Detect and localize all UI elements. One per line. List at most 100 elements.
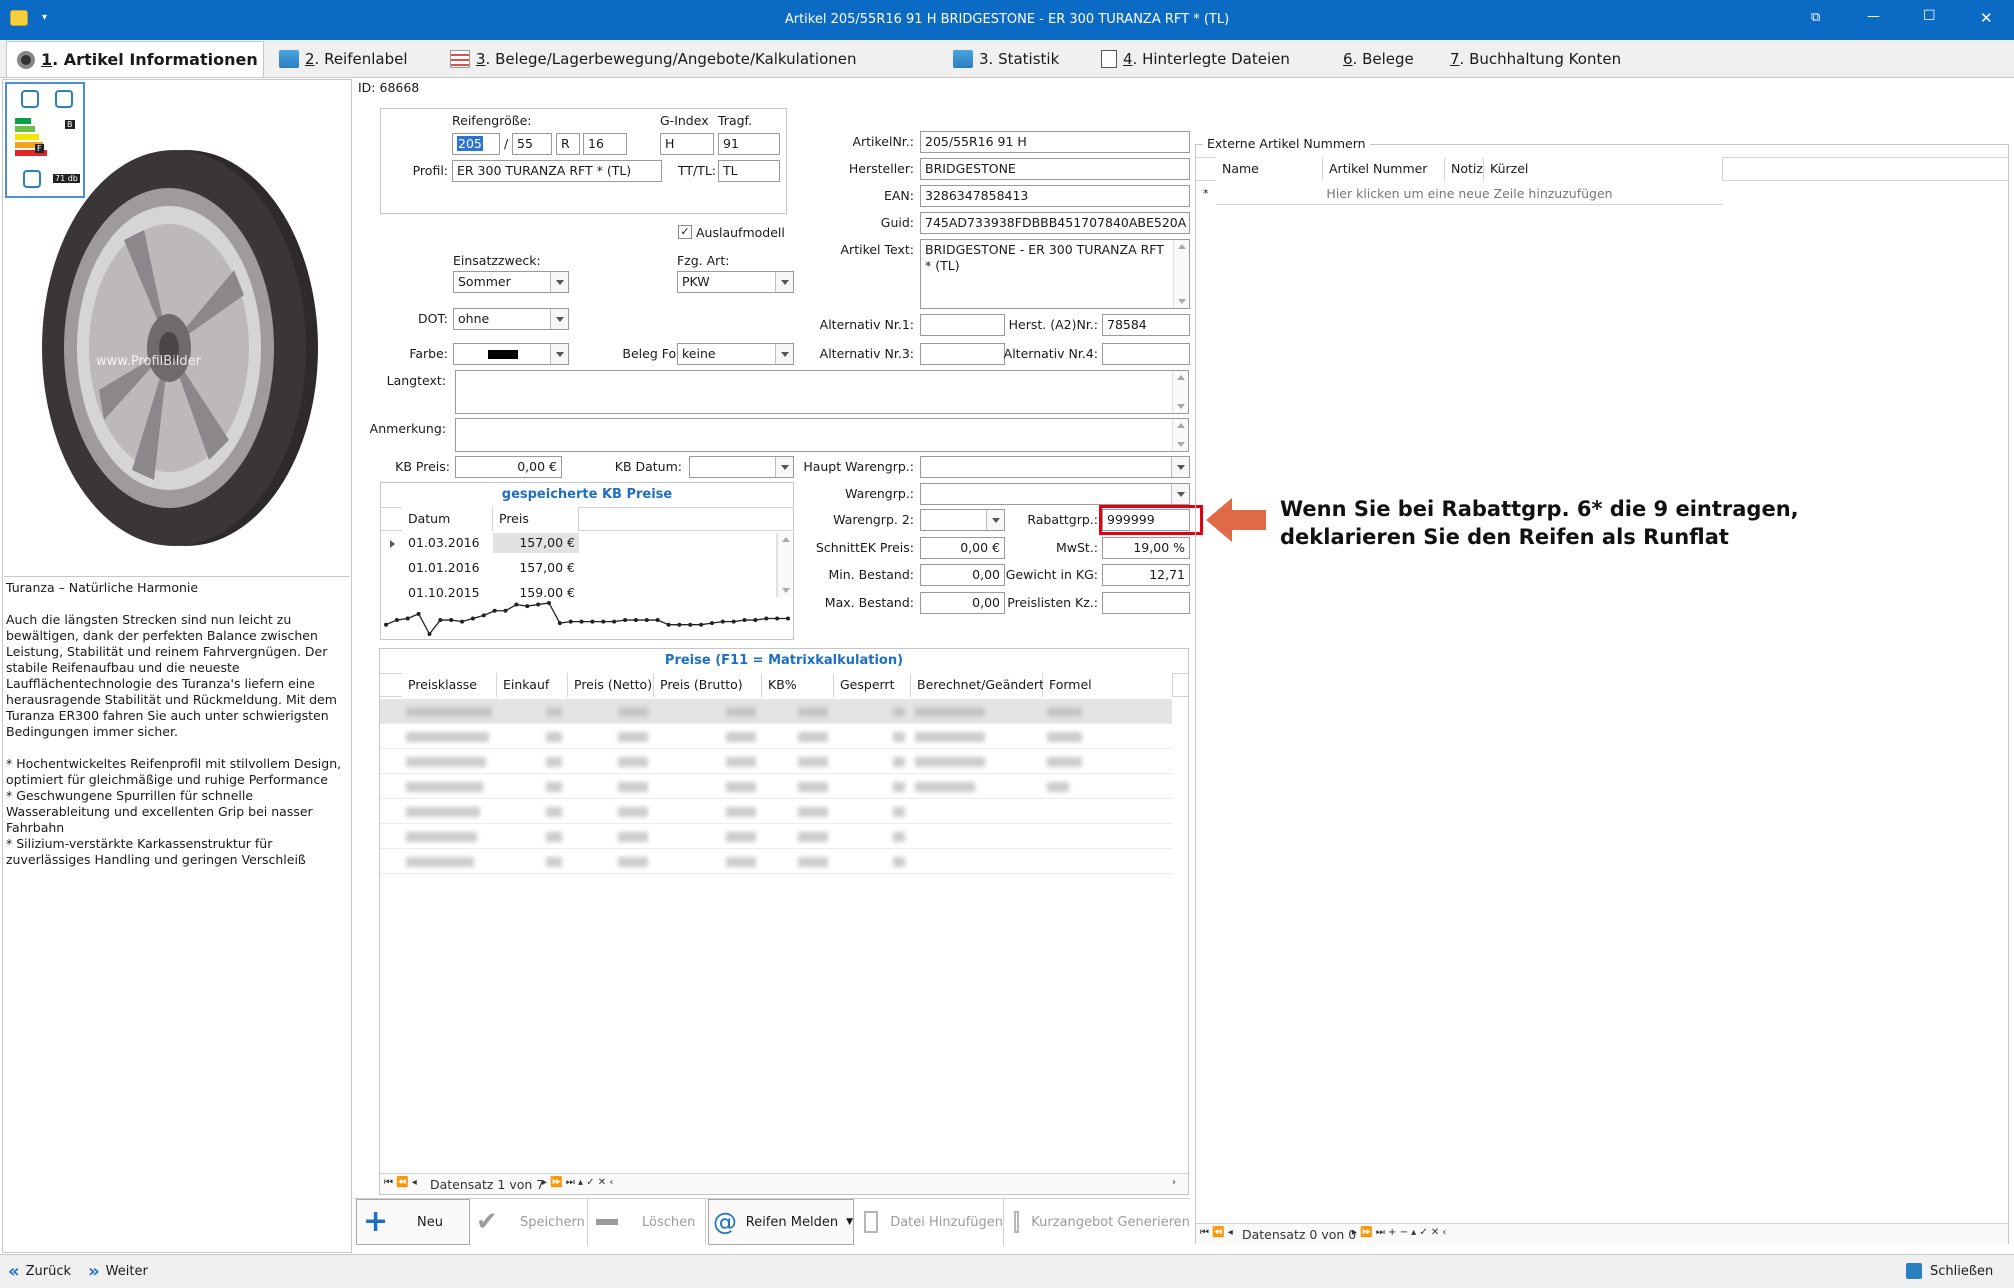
- kbdatum-select[interactable]: [689, 456, 794, 478]
- nav-next-icon[interactable]: ▸ ⏩ ⏭ ▴ ✓ ✕ ‹: [542, 1177, 613, 1188]
- speichern-button[interactable]: ✔ Speichern: [472, 1199, 588, 1245]
- zurueck-button[interactable]: « Zurück: [8, 1260, 71, 1282]
- anmerkung-input[interactable]: [455, 418, 1189, 452]
- tttl-input[interactable]: TL: [718, 160, 780, 182]
- artikeltext-input[interactable]: BRIDGESTONE - ER 300 TURANZA RFT * (TL): [920, 239, 1190, 309]
- chevron-down-icon[interactable]: [775, 344, 793, 364]
- tab-belege[interactable]: 6. Belege: [1343, 41, 1414, 77]
- table-row[interactable]: [380, 824, 1172, 849]
- schnittek-input[interactable]: 0,00 €: [920, 537, 1005, 559]
- kb-scrollbar[interactable]: [776, 533, 793, 597]
- width-input[interactable]: 205: [452, 133, 500, 155]
- extern-col-notiz[interactable]: Notiz: [1445, 157, 1484, 181]
- extern-col-name[interactable]: Name: [1216, 157, 1323, 181]
- rim-input[interactable]: 16: [583, 133, 627, 155]
- alternativ3-input[interactable]: [920, 343, 1005, 365]
- reifen-melden-button[interactable]: @ Reifen Melden ▼: [708, 1199, 854, 1245]
- ratio-input[interactable]: 55: [512, 133, 552, 155]
- extern-new-row[interactable]: Hier klicken um eine neue Zeile hinzuzuf…: [1216, 183, 1723, 205]
- preise-navigator[interactable]: ⏮ ⏪ ◂ Datensatz 1 von 7 ▸ ⏩ ⏭ ▴ ✓ ✕ ‹ ›: [380, 1173, 1188, 1194]
- kurzangebot-button[interactable]: Kurzangebot Generieren: [1006, 1199, 1190, 1245]
- gindex-input[interactable]: H: [660, 133, 714, 155]
- schliessen-button[interactable]: Schließen: [1906, 1260, 1993, 1282]
- preise-col-header[interactable]: Gesperrt: [834, 673, 911, 697]
- artikelnr-input[interactable]: 205/55R16 91 H: [920, 131, 1190, 153]
- farbe-select[interactable]: [453, 343, 569, 365]
- preise-col-header[interactable]: KB%: [762, 673, 834, 697]
- chevron-down-icon[interactable]: [775, 457, 793, 477]
- extern-navigator[interactable]: ⏮ ⏪ ◂ Datensatz 0 von 0 ▸ ⏩ ⏭ + − ▴ ✓ ✕ …: [1196, 1223, 2008, 1245]
- scrollbar[interactable]: [1172, 371, 1188, 413]
- preise-col-header[interactable]: Preis (Netto): [568, 673, 654, 697]
- hersteller-input[interactable]: BRIDGESTONE: [920, 158, 1190, 180]
- preise-col-header[interactable]: Einkauf: [497, 673, 568, 697]
- dot-select[interactable]: ohne: [453, 308, 569, 330]
- minbestand-input[interactable]: 0,00: [920, 564, 1005, 586]
- tab-belege-lagerbewegung[interactable]: 3. Belege/Lagerbewegung/Angebote/Kalkula…: [450, 41, 857, 77]
- guid-input[interactable]: 745AD733938FDBBB451707840ABE520A: [920, 212, 1190, 234]
- table-row[interactable]: [380, 749, 1172, 774]
- extern-col-kuerzel[interactable]: Kürzel: [1484, 157, 1723, 181]
- table-row[interactable]: [380, 849, 1172, 874]
- preise-col-header[interactable]: Berechnet/Geändert: [911, 673, 1044, 697]
- table-row[interactable]: 01.01.2016 157,00 €: [402, 558, 777, 578]
- preise-col-header[interactable]: Preis (Brutto): [654, 673, 762, 697]
- loeschen-button[interactable]: Löschen: [590, 1199, 706, 1245]
- auslaufmodell-checkbox[interactable]: ✓: [678, 225, 692, 239]
- alternativ4-input[interactable]: [1102, 343, 1190, 365]
- maximize-button[interactable]: ☐: [1923, 8, 1936, 24]
- herst-a2-input[interactable]: 78584: [1102, 314, 1190, 336]
- langtext-input[interactable]: [455, 370, 1189, 414]
- chevron-down-icon[interactable]: [550, 309, 568, 329]
- kbpreis-input[interactable]: 0,00 €: [455, 456, 562, 478]
- table-row[interactable]: [380, 724, 1172, 749]
- table-row[interactable]: [380, 799, 1172, 824]
- chevron-down-icon[interactable]: [1171, 484, 1189, 504]
- profil-input[interactable]: ER 300 TURANZA RFT * (TL): [452, 160, 662, 182]
- scrollbar[interactable]: [1172, 419, 1188, 451]
- warengrp2-select[interactable]: [920, 509, 1005, 531]
- hscroll-right-icon[interactable]: ›: [1172, 1177, 1176, 1188]
- einsatz-select[interactable]: Sommer: [453, 271, 569, 293]
- tab-artikel-informationen[interactable]: 1. Artikel Informationen: [6, 41, 264, 77]
- table-row[interactable]: 01.10.2015 159,00 €: [402, 583, 777, 597]
- tire-label-thumbnail[interactable]: B F 71 db: [5, 82, 85, 198]
- scrollbar[interactable]: [1173, 240, 1189, 308]
- table-row[interactable]: 01.03.2016 157,00 €: [402, 533, 777, 553]
- tragf-input[interactable]: 91: [718, 133, 780, 155]
- chevron-down-icon[interactable]: ▼: [846, 1217, 853, 1227]
- extern-col-nummer[interactable]: Artikel Nummer: [1323, 157, 1445, 181]
- nav-first-icon[interactable]: ⏮ ⏪ ◂: [384, 1177, 417, 1188]
- preise-col-header[interactable]: Preisklasse: [402, 673, 497, 697]
- belegformat-select[interactable]: keine: [677, 343, 794, 365]
- preislisten-input[interactable]: [1102, 592, 1190, 614]
- alternativ1-input[interactable]: [920, 314, 1005, 336]
- gewicht-input[interactable]: 12,71: [1102, 564, 1190, 586]
- warengrp-select[interactable]: [920, 483, 1190, 505]
- restore-icon[interactable]: ⧉: [1811, 10, 1820, 25]
- tab-reifenlabel[interactable]: 2. Reifenlabel: [279, 41, 408, 77]
- chevron-down-icon[interactable]: [1171, 457, 1189, 477]
- fzg-select[interactable]: PKW: [677, 271, 794, 293]
- chevron-down-icon[interactable]: [775, 272, 793, 292]
- close-button[interactable]: ✕: [1980, 9, 1993, 27]
- ean-input[interactable]: 3286347858413: [920, 185, 1190, 207]
- datei-hinzufuegen-button[interactable]: Datei Hinzufügen: [856, 1199, 1004, 1245]
- chevron-down-icon[interactable]: [550, 344, 568, 364]
- tab-statistik[interactable]: 3. Statistik: [953, 41, 1059, 77]
- tab-hinterlegte-dateien[interactable]: 4. Hinterlegte Dateien: [1101, 41, 1290, 77]
- haupt-warengrp-select[interactable]: [920, 456, 1190, 478]
- nav-first-icon[interactable]: ⏮ ⏪ ◂: [1200, 1227, 1233, 1238]
- table-row[interactable]: [380, 699, 1172, 724]
- maxbestand-input[interactable]: 0,00: [920, 592, 1005, 614]
- type-input[interactable]: R: [556, 133, 580, 155]
- minimize-button[interactable]: —: [1867, 9, 1880, 24]
- tab-buchhaltung-konten[interactable]: 7. Buchhaltung Konten: [1450, 41, 1621, 77]
- table-row[interactable]: [380, 774, 1172, 799]
- weiter-button[interactable]: » Weiter: [88, 1260, 148, 1282]
- kb-col-preis[interactable]: Preis: [493, 507, 579, 531]
- preise-col-header[interactable]: Formel: [1043, 673, 1173, 697]
- nav-next-icon[interactable]: ▸ ⏩ ⏭ + − ▴ ✓ ✕ ‹: [1352, 1227, 1446, 1238]
- mwst-input[interactable]: 19,00 %: [1102, 537, 1190, 559]
- neu-button[interactable]: + Neu: [356, 1199, 470, 1245]
